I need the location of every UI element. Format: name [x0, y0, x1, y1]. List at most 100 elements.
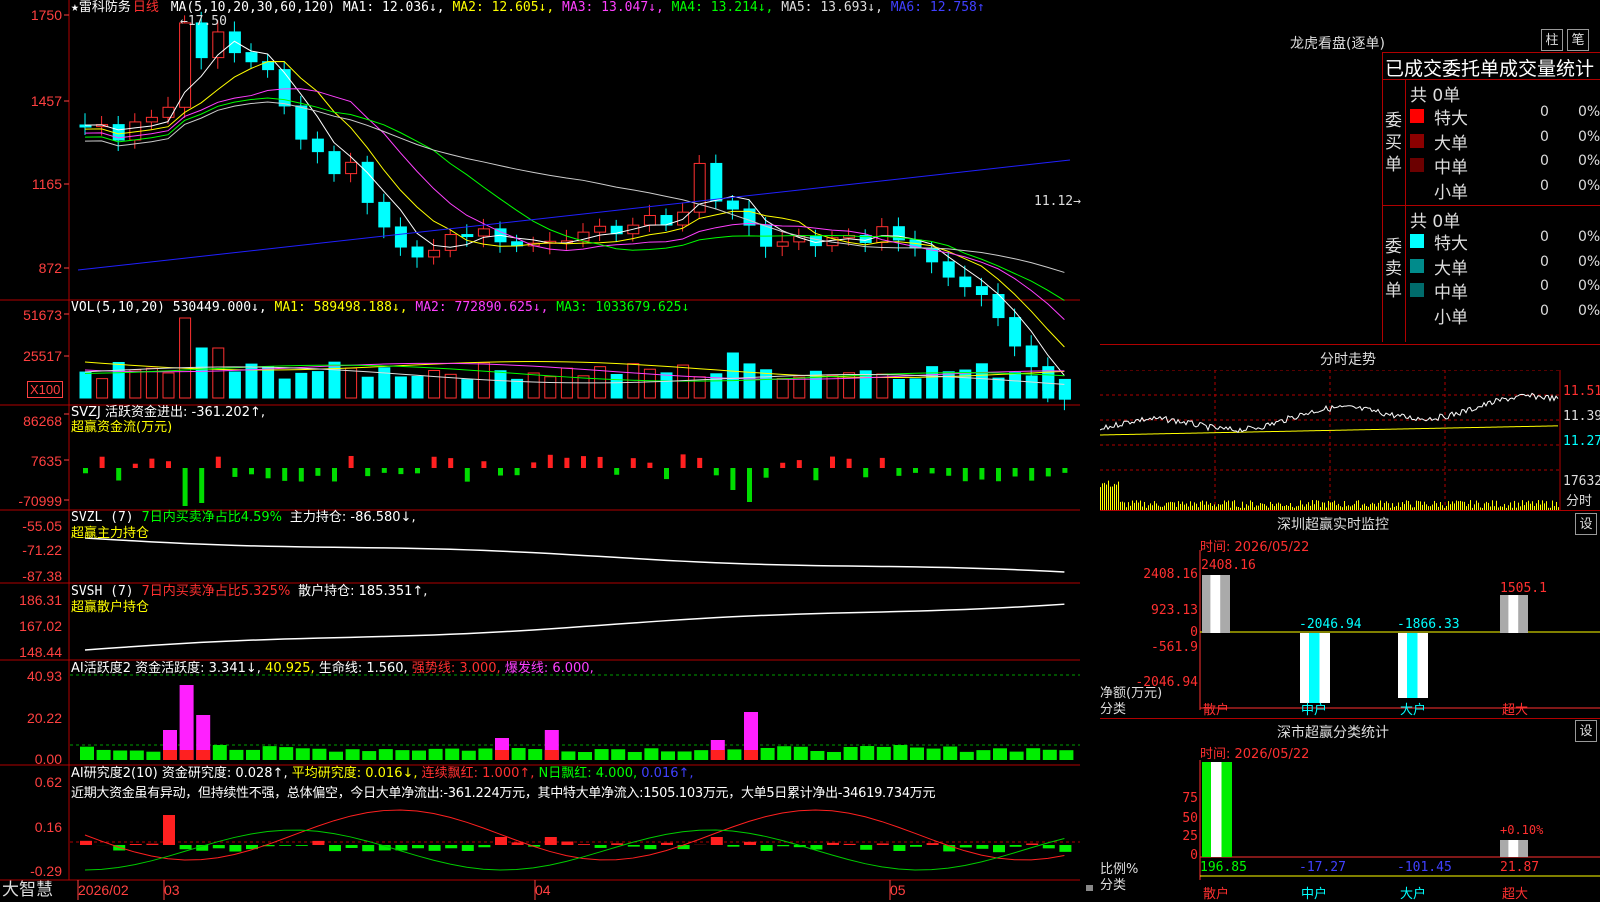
favorite-star-icon[interactable]: ★ [71, 0, 79, 15]
order-row: 小单00% [1410, 303, 1600, 327]
svzj-bars [83, 454, 1067, 506]
cat-label: 散户 [1203, 699, 1229, 718]
order-row: 特大00% [1410, 229, 1600, 253]
main-axis-label: 1165 [0, 177, 62, 191]
ma-params: MA(5,10,20,30,60,120) [171, 0, 335, 15]
buy-total: 共 0单 [1410, 81, 1460, 106]
order-stats-title: 已成交委托单成交量统计 [1385, 54, 1594, 81]
ai-research-header: AI研究度2(10) 资金研究度: 0.028↑, 平均研究度: 0.016↓,… [71, 766, 694, 782]
svzj-axis-label: 86268 [0, 414, 62, 428]
high-annotation: ←17.50 [180, 14, 227, 30]
monitor-settings-button[interactable]: 设 [1575, 513, 1597, 535]
divider [1100, 718, 1600, 719]
order-row-swatch [1410, 283, 1424, 297]
svsh-line [85, 604, 1064, 650]
ai-active-axis-label: 0.00 [0, 752, 62, 766]
ai-research-note: 近期大资金虽有异动，但持续性不强，总体偏空，今日大单净流出:-361.224万元… [71, 786, 935, 802]
cat-label: 中户 [1301, 883, 1327, 902]
monitor-val: 1505.1 [1500, 581, 1547, 596]
ma4-value: MA4: 13.214↓, [672, 0, 774, 15]
svzj-sub: 超赢资金流(万元) [71, 420, 172, 436]
order-row-swatch [1410, 134, 1424, 148]
svsh-axis-label: 167.02 [0, 619, 62, 633]
sell-orders-label: 委卖单 [1385, 236, 1403, 302]
intraday-title: 分时走势 [1320, 349, 1376, 369]
buy-orders-label: 委买单 [1385, 110, 1403, 176]
ma1-value: MA1: 12.036↓, [343, 0, 445, 15]
vol-unit-badge[interactable]: X100 [27, 381, 63, 398]
vol-header: VOL(5,10,20) 530449.000↓, MA1: 589498.18… [71, 300, 689, 316]
ai-research-bars [80, 810, 1071, 870]
svzj-header: SVZJ 活跃资金进出: -361.202↑, [71, 405, 265, 421]
divider [1382, 205, 1600, 206]
stats-val: 21.87 [1500, 860, 1539, 875]
intraday-price-line [1100, 393, 1558, 432]
monitor-title: 深圳超赢实时监控 [1277, 514, 1389, 534]
stats-settings-button[interactable]: 设 [1575, 720, 1597, 742]
monitor-xlabel: 分类 [1100, 698, 1126, 717]
intraday-axis-label: 11.27 [1563, 434, 1600, 449]
candlestick-series [80, 12, 1070, 410]
stats-val: 196.85 [1200, 860, 1247, 875]
stats-title: 深市超赢分类统计 [1277, 722, 1389, 742]
svsh-axis-label: 148.44 [0, 645, 62, 659]
stats-val: -101.45 [1397, 860, 1452, 875]
order-row: 大单00% [1410, 254, 1600, 278]
moving-average-lines [78, 41, 1070, 375]
order-row: 大单00% [1410, 129, 1600, 153]
order-row: 中单00% [1410, 278, 1600, 302]
vol-axis-label: 25517 [0, 349, 62, 363]
stats-val: -17.27 [1299, 860, 1346, 875]
period-label[interactable]: 日线 [133, 0, 159, 15]
intraday-chart [1100, 370, 1600, 510]
order-row-swatch [1410, 234, 1424, 248]
svzj-axis-label: -70999 [0, 494, 62, 508]
cat-label: 超大 [1502, 883, 1528, 902]
intraday-axis-label: 11.51 [1563, 384, 1600, 399]
stats-bars [1202, 762, 1528, 857]
tick-view-button[interactable]: 笔 [1567, 29, 1589, 51]
svzl-line [85, 538, 1064, 572]
divider [1405, 79, 1406, 342]
divider [1100, 344, 1600, 345]
lhb-title: 龙虎看盘(逐单) [1290, 33, 1385, 53]
svzl-axis-label: -87.38 [0, 569, 62, 583]
monitor-bars [1202, 575, 1528, 703]
svzl-sub: 超赢主力持仓 [71, 526, 149, 542]
monitor-val: -1866.33 [1397, 617, 1460, 632]
monitor-val: -2046.94 [1299, 617, 1362, 632]
stock-name: 雷科防务 [79, 0, 131, 15]
vol-axis-label: 51673 [0, 308, 62, 322]
svsh-axis-label: 186.31 [0, 593, 62, 607]
x-axis-ticks [0, 880, 1100, 900]
order-row: 小单00% [1410, 178, 1600, 202]
cat-label: 超大 [1502, 699, 1528, 718]
order-row: 特大00% [1410, 104, 1600, 128]
stats-xlabel: 分类 [1100, 874, 1126, 893]
ai-active-header: AI活跃度2 资金活跃度: 3.341↓, 40.925, 生命线: 1.560… [71, 661, 594, 677]
intraday-avg-line [1100, 426, 1558, 435]
order-row-swatch [1410, 158, 1424, 172]
ma3-value: MA3: 13.047↓, [562, 0, 664, 15]
svsh-sub: 超赢散户持仓 [71, 600, 149, 616]
ai-active-axis-label: 20.22 [0, 711, 62, 725]
ai-active-axis-label: 40.93 [0, 669, 62, 683]
bar-view-button[interactable]: 柱 [1541, 29, 1563, 51]
divider [1382, 79, 1600, 80]
main-chart-svg [0, 0, 1080, 900]
cat-label: 大户 [1400, 699, 1426, 718]
ma2-value: MA2: 12.605↓, [452, 0, 554, 15]
svzl-axis-label: -71.22 [0, 543, 62, 557]
divider [1100, 510, 1600, 511]
svsh-header: SVSH (7) 7日内买卖净占比5.325% 散户持仓: 185.351↑, [71, 584, 427, 600]
svzl-header: SVZL (7) 7日内买卖净占比4.59% 主力持仓: -86.580↓, [71, 510, 416, 526]
low-annotation: 11.12→ [1034, 194, 1081, 210]
order-row: 中单00% [1410, 153, 1600, 177]
ai-research-axis-label: 0.16 [0, 820, 62, 834]
cat-label: 中户 [1301, 699, 1327, 718]
cat-label: 散户 [1203, 883, 1229, 902]
ai-active-bars [80, 685, 1073, 760]
order-row-swatch [1410, 109, 1424, 123]
cat-label: 大户 [1400, 883, 1426, 902]
ma5-value: MA5: 13.693↓, [781, 0, 883, 15]
